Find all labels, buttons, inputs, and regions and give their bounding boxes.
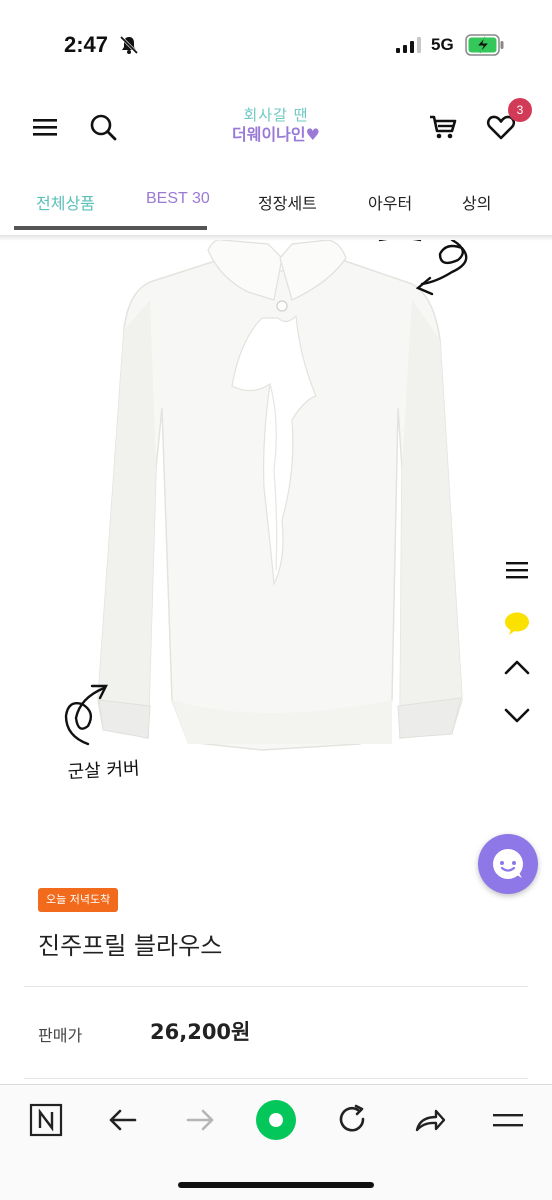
divider (24, 1078, 528, 1079)
divider (24, 986, 528, 987)
chevron-up-icon[interactable] (502, 652, 532, 682)
tab-best-30[interactable]: BEST 30 (146, 190, 210, 208)
price-label: 판매가 (38, 1026, 83, 1045)
reload-icon[interactable] (334, 1102, 370, 1138)
list-icon[interactable] (502, 555, 532, 585)
status-bar: 2:47 5G (0, 0, 552, 88)
battery-charging-icon (465, 34, 504, 56)
active-tab-indicator (14, 226, 207, 230)
delivery-badge: 오늘 저녁도착 (38, 888, 119, 912)
product-image[interactable]: 군살 커버 (0, 240, 552, 840)
status-time: 2:47 (64, 32, 109, 57)
logo-line-1: 회사갈 땐 (243, 106, 309, 124)
chat-smile-icon (493, 849, 523, 879)
network-type: 5G (431, 35, 454, 54)
home-indicator (178, 1182, 374, 1188)
site-logo[interactable]: 회사갈 땐 더웨이나인♥ (216, 106, 336, 145)
bell-muted-icon (119, 35, 139, 55)
naver-green-dot-icon[interactable] (254, 1098, 298, 1142)
tab-tops[interactable]: 상의 (462, 190, 491, 214)
chat-button[interactable] (478, 834, 538, 894)
hamburger-icon[interactable] (490, 1102, 526, 1138)
tab-outer[interactable]: 아우터 (368, 190, 412, 214)
share-icon[interactable] (412, 1102, 448, 1138)
forward-arrow-icon[interactable] (182, 1102, 218, 1138)
back-arrow-icon[interactable] (105, 1102, 141, 1138)
naver-n-icon[interactable] (28, 1102, 64, 1138)
image-annotation-text: 군살 커버 (67, 758, 140, 783)
search-icon[interactable] (88, 112, 118, 142)
category-tabs: 전체상품 BEST 30 정장세트 아우터 상의 (0, 172, 552, 230)
cart-count-badge: 3 (508, 98, 532, 122)
cart-icon[interactable] (428, 112, 458, 142)
tab-all-products[interactable]: 전체상품 (36, 190, 95, 214)
price-value: 26,200원 (150, 1020, 251, 1044)
tab-suit-set[interactable]: 정장세트 (258, 190, 317, 214)
chevron-down-icon[interactable] (502, 700, 532, 730)
cellular-signal-icon (396, 37, 421, 53)
kakao-talk-icon[interactable] (502, 608, 532, 638)
logo-line-2: 더웨이나인♥ (232, 125, 320, 144)
menu-icon[interactable] (30, 112, 60, 142)
product-title: 진주프릴 블라우스 (38, 932, 223, 960)
